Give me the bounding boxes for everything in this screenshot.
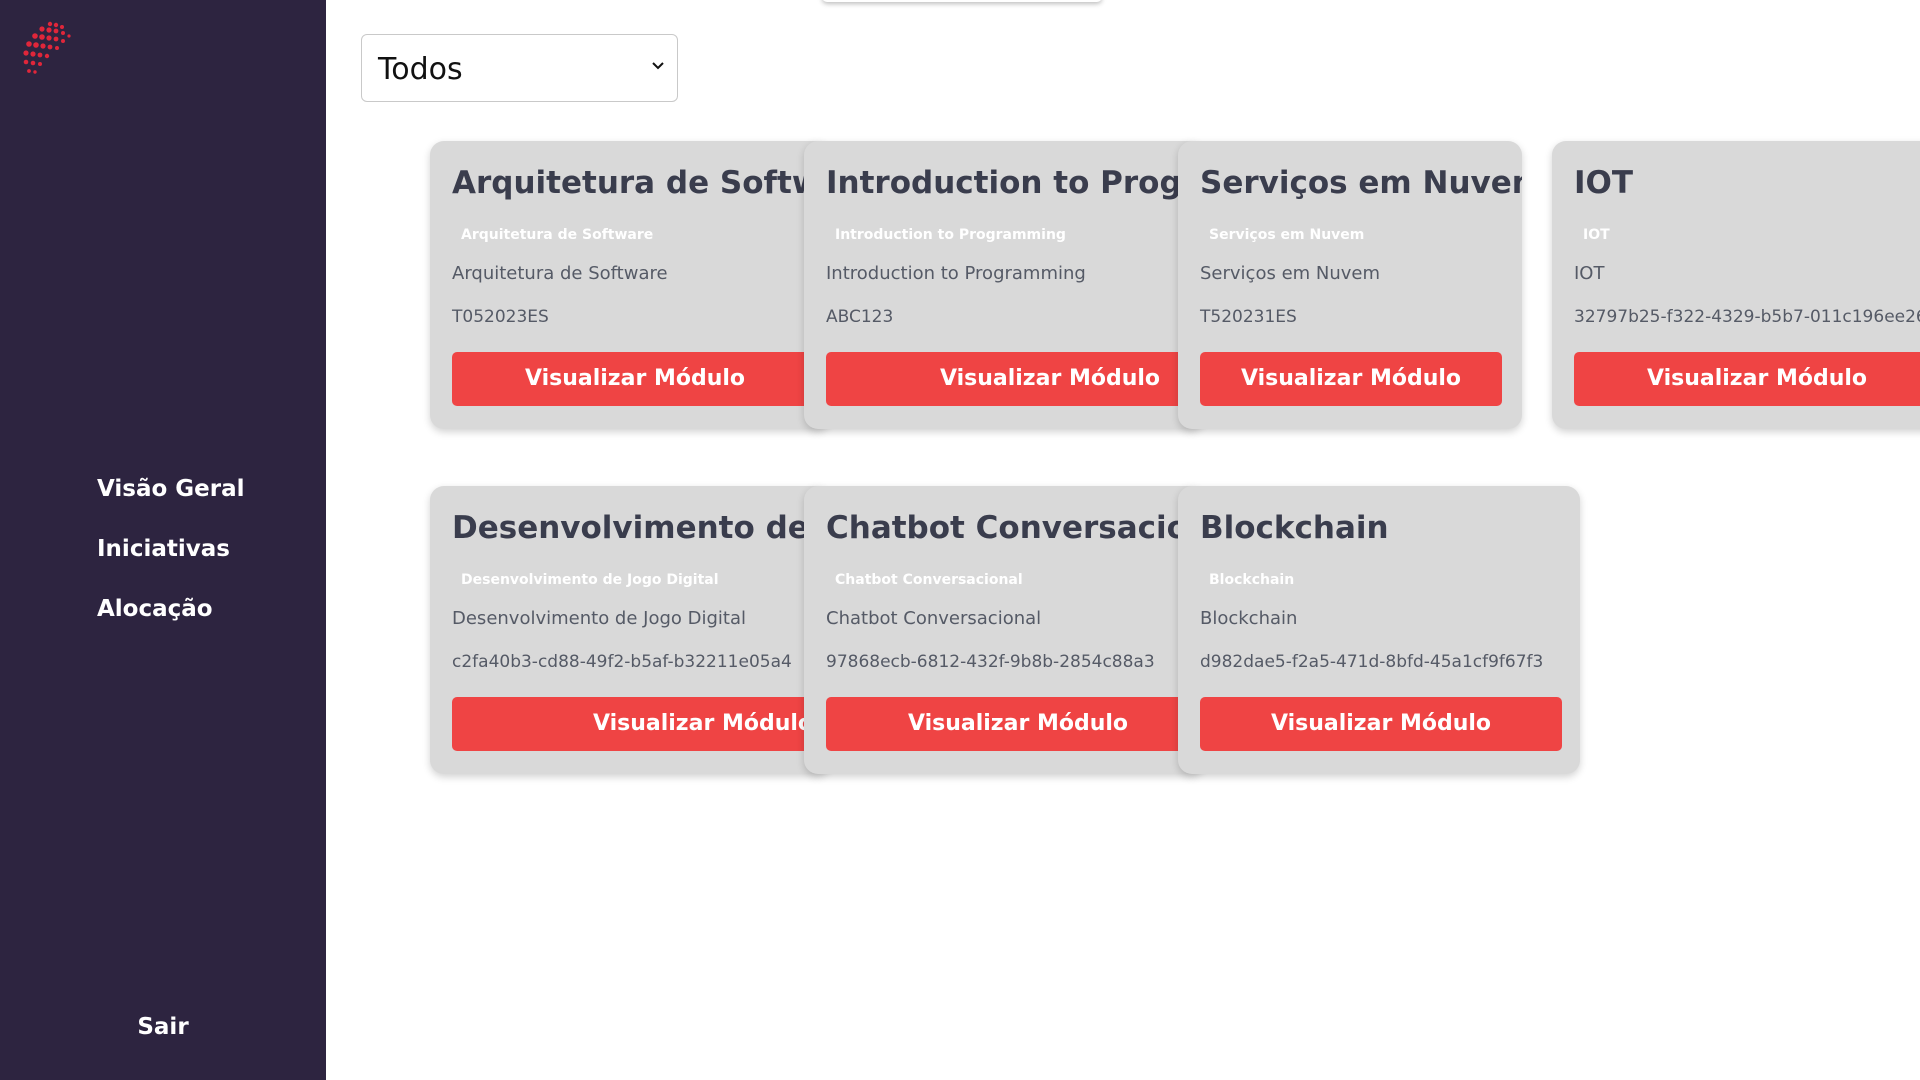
module-name: Blockchain: [1200, 608, 1298, 629]
module-name: Introduction to Programming: [826, 263, 1086, 284]
module-tag: IOT: [1583, 227, 1610, 243]
view-module-button[interactable]: Visualizar Módulo: [452, 697, 830, 751]
module-card: Arquitetura de Software Arquitetura de S…: [430, 141, 830, 429]
logout-button[interactable]: Sair: [0, 1014, 326, 1040]
module-code: c2fa40b3-cd88-49f2-b5af-b32211e05a4: [452, 652, 792, 672]
sidebar-item-alocacao[interactable]: Alocação: [97, 592, 245, 652]
module-name: IOT: [1574, 263, 1605, 284]
module-code: 32797b25-f322-4329-b5b7-011c196ee26: [1574, 307, 1920, 327]
module-title: Desenvolvimento de Jogo Digital: [452, 510, 830, 546]
logo-icon: [23, 21, 71, 74]
view-module-button[interactable]: Visualizar Módulo: [826, 697, 1204, 751]
module-tag: Arquitetura de Software: [461, 227, 654, 243]
view-module-button[interactable]: Visualizar Módulo: [452, 352, 818, 406]
module-title: Serviços em Nuvem: [1200, 165, 1522, 201]
module-title: Chatbot Conversacional: [826, 510, 1204, 546]
sidebar-item-iniciativas[interactable]: Iniciativas: [97, 532, 245, 592]
module-title: Blockchain: [1200, 510, 1389, 546]
module-title: Arquitetura de Software: [452, 165, 830, 201]
module-tag: Desenvolvimento de Jogo Digital: [461, 572, 719, 588]
filter-select-value: Todos: [378, 52, 463, 87]
module-name: Serviços em Nuvem: [1200, 263, 1381, 284]
module-title: IOT: [1574, 165, 1634, 201]
module-tag: Blockchain: [1209, 572, 1295, 588]
module-code: 97868ecb-6812-432f-9b8b-2854c88a3: [826, 652, 1155, 672]
module-card: Blockchain Blockchain Blockchain d982dae…: [1178, 486, 1580, 774]
module-tag: Chatbot Conversacional: [835, 572, 1023, 588]
module-name: Arquitetura de Software: [452, 263, 668, 284]
module-code: ABC123: [826, 307, 894, 327]
module-tag: Introduction to Programming: [835, 227, 1066, 243]
filter-select[interactable]: Todos: [361, 34, 678, 102]
module-name: Desenvolvimento de Jogo Digital: [452, 608, 747, 629]
module-card: Serviços em Nuvem Serviços em Nuvem Serv…: [1178, 141, 1522, 429]
view-module-button[interactable]: Visualizar Módulo: [1574, 352, 1920, 406]
chevron-down-icon: [652, 62, 664, 70]
module-card: Introduction to Programming Introduction…: [804, 141, 1204, 429]
module-code: T520231ES: [1200, 307, 1297, 327]
module-card: IOT IOT IOT 32797b25-f322-4329-b5b7-011c…: [1552, 141, 1920, 429]
sidebar-nav: Visão Geral Iniciativas Alocação: [97, 472, 245, 652]
module-code: T052023ES: [452, 307, 549, 327]
view-module-button[interactable]: Visualizar Módulo: [826, 352, 1204, 406]
module-name: Chatbot Conversacional: [826, 608, 1042, 629]
sidebar-item-visao-geral[interactable]: Visão Geral: [97, 472, 245, 532]
sidebar: Visão Geral Iniciativas Alocação Sair: [0, 0, 326, 1080]
module-title: Introduction to Programming: [826, 165, 1204, 201]
module-tag: Serviços em Nuvem: [1209, 227, 1365, 243]
module-card: Chatbot Conversacional Chatbot Conversac…: [804, 486, 1204, 774]
main-content: Todos Arquitetura de Software Arquitetur…: [326, 0, 1920, 1080]
view-module-button[interactable]: Visualizar Módulo: [1200, 352, 1502, 406]
top-card-fragment: [822, 0, 1102, 2]
module-code: d982dae5-f2a5-471d-8bfd-45a1cf9f67f3: [1200, 652, 1544, 672]
module-card: Desenvolvimento de Jogo Digital Desenvol…: [430, 486, 830, 774]
view-module-button[interactable]: Visualizar Módulo: [1200, 697, 1562, 751]
